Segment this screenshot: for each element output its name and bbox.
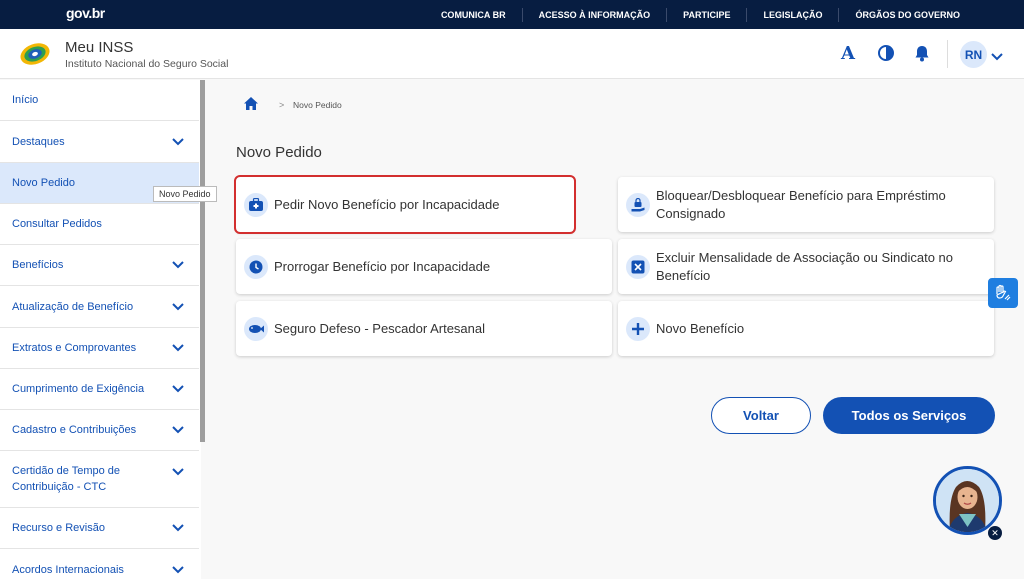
gov-link-orgaos[interactable]: ÓRGÃOS DO GOVERNO (838, 7, 976, 22)
sidebar-item-acordos[interactable]: Acordos Internacionais (0, 549, 199, 579)
chevron-down-icon[interactable] (991, 48, 1003, 66)
sidebar-item-label: Novo Pedido (12, 177, 75, 189)
chevron-down-icon (172, 523, 184, 535)
card-label: Pedir Novo Benefício por Incapacidade (274, 196, 500, 212)
gov-links: COMUNICA BR ACESSO À INFORMAÇÃO PARTICIP… (425, 0, 976, 29)
page-title: Novo Pedido (236, 144, 322, 161)
sidebar-item-beneficios[interactable]: Benefícios (0, 245, 199, 286)
sidebar-item-label: Cumprimento de Exigência (12, 383, 145, 395)
card-seguro-defeso[interactable]: Seguro Defeso - Pescador Artesanal (236, 301, 612, 356)
card-label: Bloquear/Desbloquear Benefício para Empr… (656, 187, 946, 221)
chevron-down-icon (172, 384, 184, 396)
sidebar-item-label: Consultar Pedidos (12, 218, 102, 230)
chevron-down-icon (172, 467, 184, 479)
sidebar-item-label: Atualização de Benefício (12, 300, 134, 313)
sidebar-item-label: Cadastro e Contribuições (12, 424, 137, 436)
home-icon[interactable] (244, 97, 258, 115)
app-header: Meu INSS Instituto Nacional do Seguro So… (0, 29, 1024, 79)
sign-language-icon[interactable] (988, 278, 1018, 308)
card-label: Prorrogar Benefício por Incapacidade (274, 258, 491, 274)
clock-icon (244, 254, 268, 279)
card-label: Novo Benefício (656, 320, 745, 336)
close-icon[interactable]: ✕ (988, 526, 1002, 540)
medical-briefcase-icon (244, 192, 268, 217)
sidebar-item-label: Certidão de Tempo de Contribuição - CTC (12, 465, 121, 493)
chevron-down-icon (172, 260, 184, 272)
sidebar-scrollbar[interactable] (200, 80, 205, 442)
remove-x-icon (626, 254, 650, 279)
breadcrumb-separator: > (279, 100, 285, 110)
user-avatar[interactable]: RN (960, 41, 987, 68)
chevron-down-icon (172, 302, 184, 314)
bell-icon[interactable] (912, 43, 932, 63)
card-label: Seguro Defeso - Pescador Artesanal (274, 320, 486, 336)
govbr-logo[interactable]: gov.br (66, 5, 105, 21)
chevron-down-icon (172, 565, 184, 577)
back-button[interactable]: Voltar (711, 397, 811, 434)
card-label: Excluir Mensalidade de Associação ou Sin… (656, 249, 954, 283)
chevron-down-icon (172, 425, 184, 437)
virtual-assistant-avatar[interactable] (933, 466, 1002, 535)
fish-icon (244, 316, 268, 341)
sidebar-item-consultar-pedidos[interactable]: Consultar Pedidos (0, 204, 199, 245)
card-novo-beneficio[interactable]: Novo Benefício (618, 301, 994, 356)
plus-icon (626, 316, 650, 341)
chevron-down-icon (172, 137, 184, 149)
sidebar-item-extratos[interactable]: Extratos e Comprovantes (0, 328, 199, 369)
font-size-icon[interactable]: A (838, 43, 858, 64)
sidebar-item-label: Início (12, 94, 39, 106)
contrast-icon[interactable] (876, 43, 896, 63)
all-services-button[interactable]: Todos os Serviços (823, 397, 995, 434)
sidebar-item-label: Extratos e Comprovantes (12, 342, 137, 354)
sidebar-menu: Início Destaques Novo Pedido Consultar P… (0, 80, 201, 579)
gov-link-participe[interactable]: PARTICIPE (666, 7, 746, 22)
gov-link-comunica[interactable]: COMUNICA BR (425, 8, 522, 22)
sidebar-item-cumprimento-exigencia[interactable]: Cumprimento de Exigência (0, 369, 199, 410)
header-divider (947, 40, 948, 68)
hand-lock-icon (626, 192, 650, 217)
sidebar-item-inicio[interactable]: Início (0, 80, 199, 121)
app-title: Meu INSS (65, 39, 134, 56)
chevron-down-icon (172, 343, 184, 355)
sidebar-item-label: Acordos Internacionais (12, 563, 124, 576)
card-excluir-mensalidade[interactable]: Excluir Mensalidade de Associação ou Sin… (618, 239, 994, 294)
gov-top-bar: gov.br COMUNICA BR ACESSO À INFORMAÇÃO P… (0, 0, 1024, 29)
gov-link-legislacao[interactable]: LEGISLAÇÃO (746, 7, 838, 22)
sidebar-item-atualizacao-beneficio[interactable]: Atualização de Benefício (0, 286, 199, 328)
breadcrumb-current: Novo Pedido (293, 100, 342, 110)
sidebar-item-ctc[interactable]: Certidão de Tempo de Contribuição - CTC (0, 451, 199, 508)
sidebar-item-label: Destaques (12, 135, 65, 148)
card-bloquear-desbloquear-beneficio[interactable]: Bloquear/Desbloquear Benefício para Empr… (618, 177, 994, 232)
sidebar-item-destaques[interactable]: Destaques (0, 121, 199, 163)
sidebar-item-label: Benefícios (12, 259, 64, 271)
inss-logo[interactable] (18, 41, 52, 67)
card-pedir-beneficio-incapacidade[interactable]: Pedir Novo Benefício por Incapacidade (234, 175, 576, 234)
tooltip: Novo Pedido (153, 186, 217, 202)
app-subtitle: Instituto Nacional do Seguro Social (65, 58, 229, 70)
gov-link-acesso-informacao[interactable]: ACESSO À INFORMAÇÃO (521, 7, 667, 22)
sidebar-item-label: Recurso e Revisão (12, 522, 105, 534)
sidebar-item-recurso-revisao[interactable]: Recurso e Revisão (0, 508, 199, 549)
card-prorrogar-beneficio[interactable]: Prorrogar Benefício por Incapacidade (236, 239, 612, 294)
sidebar-item-cadastro[interactable]: Cadastro e Contribuições (0, 410, 199, 451)
